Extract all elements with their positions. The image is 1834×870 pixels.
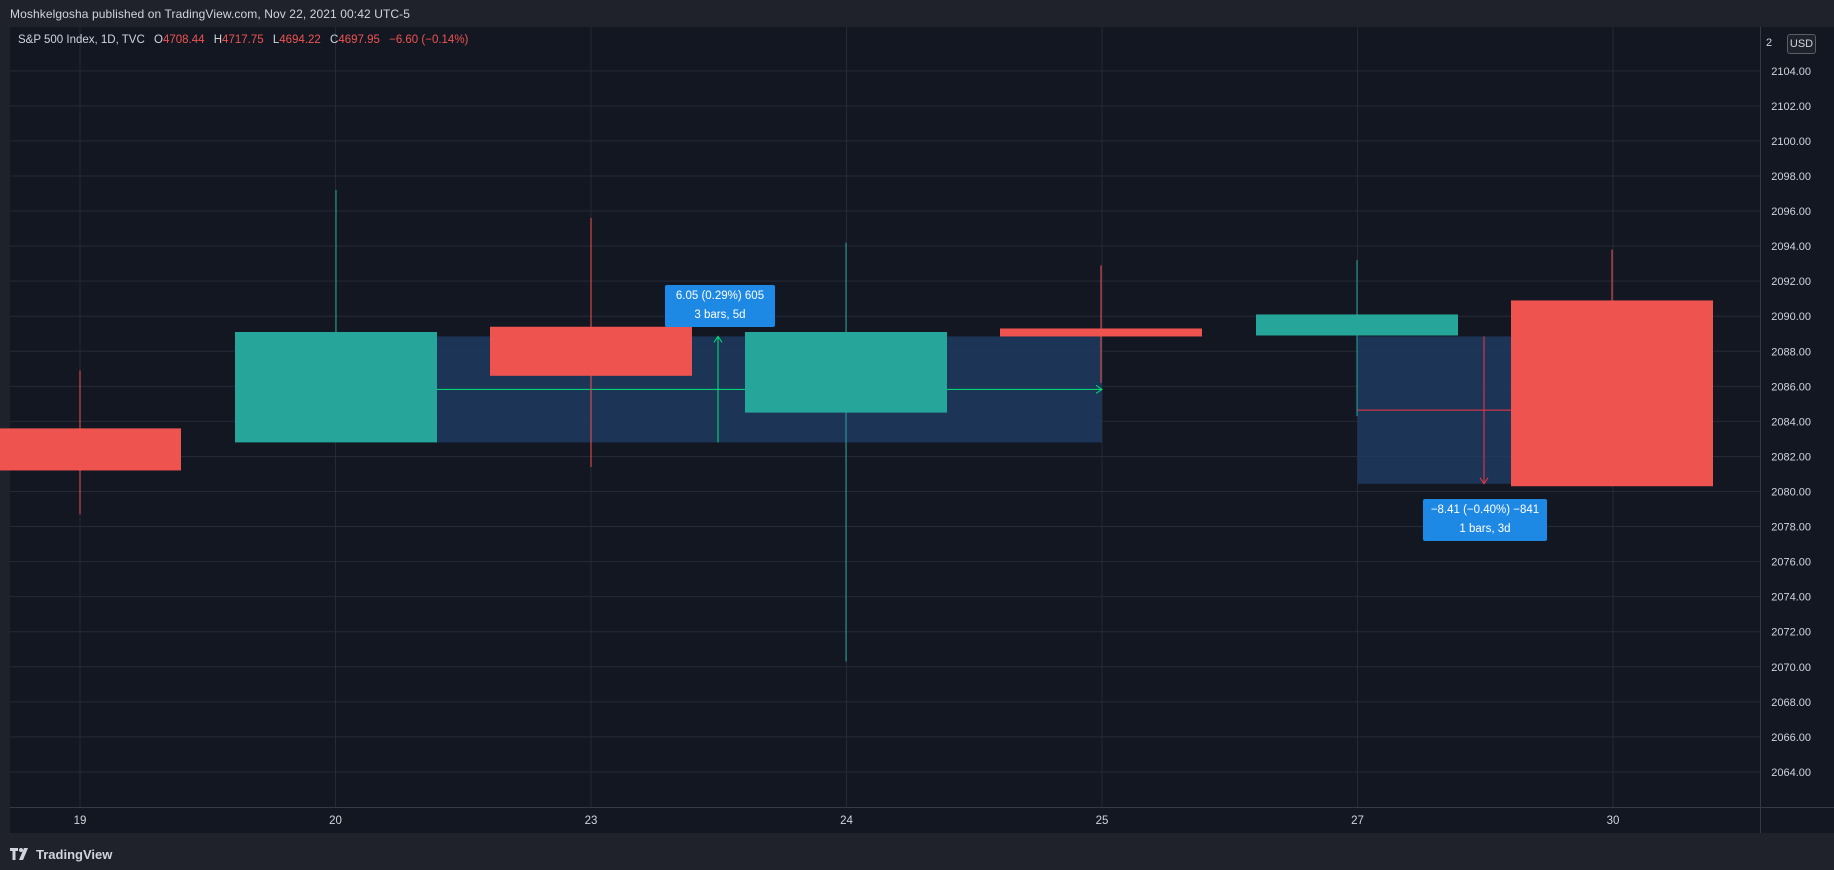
- price-tick-label: 2066.00: [1771, 732, 1811, 744]
- price-tick-label: 2096.00: [1771, 206, 1811, 218]
- measure-tooltip-up-change: 6.05 (0.29%) 605: [675, 290, 765, 302]
- time-tick-label: 24: [840, 815, 853, 827]
- legend-open-value: 4708.44: [162, 34, 205, 46]
- price-tick-label: 2090.00: [1771, 311, 1811, 323]
- legend-low-value: 4694.22: [279, 34, 321, 46]
- price-tick-label: 2070.00: [1771, 662, 1811, 674]
- price-tick-label: 2094.00: [1771, 241, 1811, 253]
- measure-tooltip-down: −8.41 (−0.40%) −841 1 bars, 3d: [1423, 499, 1547, 541]
- price-tick-label: 2104.00: [1771, 66, 1811, 78]
- price-tick-label: 2078.00: [1771, 522, 1811, 534]
- time-tick-label: 25: [1096, 815, 1109, 827]
- price-tick-label: 2064.00: [1771, 767, 1811, 779]
- price-tick-label: 2098.00: [1771, 171, 1811, 183]
- price-tick-label: 2086.00: [1771, 381, 1811, 393]
- candle-body: [1000, 328, 1202, 337]
- price-tick-label: 2080.00: [1771, 486, 1811, 498]
- measure-tooltip-up: 6.05 (0.29%) 605 3 bars, 5d: [665, 285, 775, 327]
- tradingview-logo-icon: [10, 848, 28, 860]
- time-axis-background: [10, 807, 1760, 833]
- legend-high-key: H: [213, 34, 223, 46]
- price-tick-label: 2072.00: [1771, 627, 1811, 639]
- price-tick-label: 2084.00: [1771, 416, 1811, 428]
- legend-high-value: 4717.75: [222, 34, 264, 46]
- measure-tooltip-up-span: 3 bars, 5d: [694, 309, 746, 321]
- symbol-legend: S&P 500 Index, 1D, TVC O4708.44 H4717.75…: [18, 34, 468, 46]
- time-tick-label: 30: [1607, 815, 1620, 827]
- time-tick-label: 27: [1351, 815, 1364, 827]
- candle-body: [1256, 314, 1458, 336]
- price-tick-label: 2102.00: [1771, 101, 1811, 113]
- legend-open-key: O: [154, 34, 163, 46]
- footer-bar: [0, 838, 1834, 870]
- candle-body: [0, 428, 181, 471]
- time-tick-label: 19: [74, 815, 87, 827]
- tradingview-logo[interactable]: TradingView: [10, 845, 112, 863]
- candle-body: [1511, 300, 1713, 487]
- price-label-clipped: 2: [1766, 37, 1773, 49]
- candle-body: [745, 331, 947, 413]
- price-tick-label: 2092.00: [1771, 276, 1811, 288]
- price-tick-label: 2074.00: [1771, 592, 1811, 604]
- currency-badge[interactable]: USD: [1787, 34, 1816, 54]
- price-tick-label: 2076.00: [1771, 557, 1811, 569]
- time-tick-label: 20: [329, 815, 342, 827]
- price-tick-label: 2088.00: [1771, 346, 1811, 358]
- legend-change: −6.60 (−0.14%): [389, 34, 469, 46]
- time-tick-label: 23: [585, 815, 598, 827]
- chart-canvas[interactable]: 2064.00 2066.00 2068.00 2070.00 2072.00 2074.…: [0, 0, 1834, 838]
- legend-close-value: 4697.95: [338, 34, 380, 46]
- legend-symbol: S&P 500 Index, 1D, TVC: [18, 34, 145, 46]
- candle-body: [490, 326, 692, 376]
- footer-brand-text: TradingView: [36, 846, 113, 862]
- price-tick-label: 2068.00: [1771, 697, 1811, 709]
- measure-tooltip-down-span: 1 bars, 3d: [1459, 523, 1511, 535]
- price-tick-label: 2082.00: [1771, 451, 1811, 463]
- price-tick-label: 2100.00: [1771, 136, 1811, 148]
- candle-body: [235, 331, 437, 443]
- measure-tooltip-down-change: −8.41 (−0.40%) −841: [1430, 504, 1540, 516]
